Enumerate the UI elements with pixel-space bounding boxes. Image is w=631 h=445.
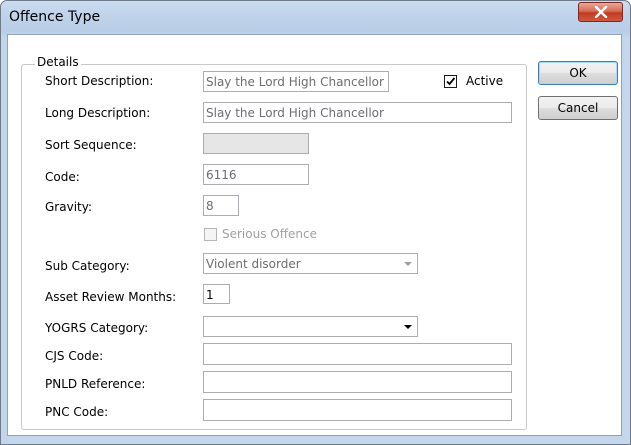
long-description-label: Long Description: xyxy=(45,106,151,120)
code-label: Code: xyxy=(45,170,80,184)
active-checkbox[interactable] xyxy=(444,75,457,88)
active-checkbox-label: Active xyxy=(466,74,504,88)
cjs-code-label: CJS Code: xyxy=(45,349,104,363)
yogrs-category-label: YOGRS Category: xyxy=(45,321,149,335)
window-title: Offence Type xyxy=(9,9,101,25)
gravity-label: Gravity: xyxy=(45,200,92,214)
title-bar: Offence Type xyxy=(1,1,630,35)
short-description-label: Short Description: xyxy=(45,74,154,88)
details-group-legend: Details xyxy=(35,55,81,69)
gravity-input[interactable]: 8 xyxy=(203,195,239,216)
yogrs-category-select[interactable] xyxy=(203,316,418,337)
sub-category-value: Violent disorder xyxy=(206,257,301,271)
asset-review-months-input[interactable]: 1 xyxy=(203,284,230,304)
asset-review-months-label: Asset Review Months: xyxy=(45,290,177,304)
serious-offence-checkbox[interactable] xyxy=(204,228,217,241)
dropdown-arrow-icon xyxy=(399,255,416,272)
sort-sequence-input[interactable] xyxy=(203,133,309,154)
close-x-icon xyxy=(594,6,607,18)
ok-button[interactable]: OK xyxy=(538,61,618,85)
pnld-reference-input[interactable] xyxy=(203,371,512,393)
sub-category-select[interactable]: Violent disorder xyxy=(203,253,418,274)
serious-offence-label: Serious Offence xyxy=(222,227,317,241)
sub-category-label: Sub Category: xyxy=(45,259,130,273)
cjs-code-input[interactable] xyxy=(203,343,512,365)
checkmark-icon xyxy=(446,77,456,86)
pnc-code-input[interactable] xyxy=(203,399,512,421)
long-description-input[interactable]: Slay the Lord High Chancellor xyxy=(203,102,512,123)
pnld-reference-label: PNLD Reference: xyxy=(45,377,146,391)
cancel-button[interactable]: Cancel xyxy=(538,96,618,120)
short-description-input[interactable]: Slay the Lord High Chancellor xyxy=(203,71,389,92)
close-button[interactable] xyxy=(578,2,623,22)
sort-sequence-label: Sort Sequence: xyxy=(45,138,137,152)
dropdown-arrow-icon xyxy=(399,318,416,335)
code-input[interactable]: 6116 xyxy=(203,164,309,185)
pnc-code-label: PNC Code: xyxy=(45,405,109,419)
